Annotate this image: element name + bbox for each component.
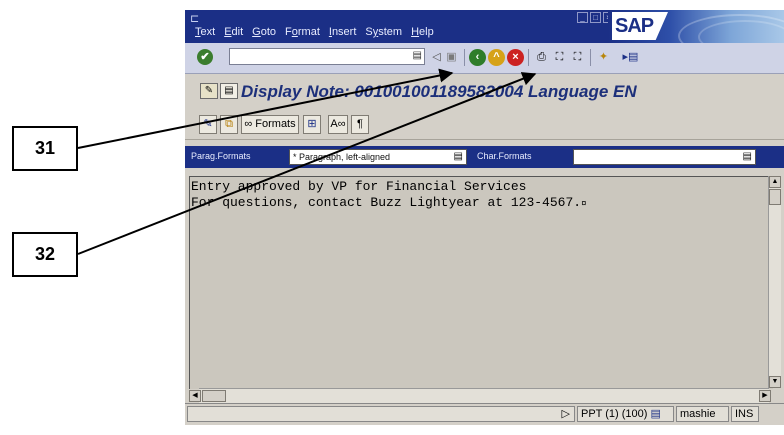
paragraph-icon: ¶: [357, 118, 363, 130]
sap-logo-mark: SAP: [612, 12, 668, 40]
cancel-icon[interactable]: ×: [507, 49, 524, 66]
sap-logo-text: SAP: [615, 15, 654, 37]
toolbar-separator: [464, 49, 465, 66]
menu-system[interactable]: System: [365, 26, 402, 38]
minimize-icon[interactable]: _: [577, 12, 588, 23]
print-icon[interactable]: ⎙: [533, 49, 550, 66]
enter-check-icon[interactable]: ✔: [197, 49, 213, 65]
menu-list: Text Edit Goto Format Insert System Help: [195, 26, 443, 38]
standard-toolbar: ✔ ▤ ◁ ▣ ‹ ^ × ⎙ ⛶ ⛶ ✦ ▸▤: [185, 43, 784, 74]
exit-icon[interactable]: ^: [488, 49, 505, 66]
scroll-down-icon[interactable]: ▼: [769, 376, 781, 388]
format-bar: Parag.Formats * Paragraph, left-aligned …: [185, 146, 784, 168]
menu-text[interactable]: Text: [195, 26, 215, 38]
system-info-value: PPT (1) (100): [581, 408, 648, 420]
scroll-left-icon[interactable]: ◀: [189, 390, 201, 402]
save-icon[interactable]: ▣: [443, 49, 460, 66]
parag-formats-label: Parag.Formats: [191, 151, 251, 161]
status-expand-icon[interactable]: ▷: [562, 407, 570, 421]
find-next-icon[interactable]: ⛶: [569, 49, 586, 66]
char-formats-label: Char.Formats: [477, 151, 532, 161]
application-toolbar: ✎ ⧉ ∞ Formats ⊞ A∞ ¶: [185, 109, 784, 140]
scroll-up-icon[interactable]: ▲: [769, 176, 781, 188]
status-bar: ▷ PPT (1) (100) ▤ mashie INS: [185, 403, 784, 425]
create-session-icon[interactable]: ✦: [595, 49, 612, 66]
end-of-text-marker: ¤: [581, 199, 587, 209]
user-value: mashie: [680, 408, 716, 420]
status-message: ▷: [187, 406, 575, 422]
formats-button-label: Formats: [255, 118, 296, 130]
menu-insert[interactable]: Insert: [329, 26, 357, 38]
char-formats-select[interactable]: ▤: [573, 149, 756, 165]
parag-formats-select[interactable]: * Paragraph, left-aligned ▤: [289, 149, 467, 165]
other-object-icon[interactable]: ▤: [220, 83, 238, 99]
copy-icon[interactable]: ⧉: [220, 115, 238, 134]
callout-box: 32: [12, 232, 78, 277]
text-glasses-icon[interactable]: A∞: [328, 115, 348, 134]
dropdown-icon[interactable]: ▤: [454, 150, 463, 164]
menu-goto[interactable]: Goto: [252, 26, 276, 38]
insert-mode-field[interactable]: INS: [731, 406, 759, 422]
sap-logo: SAP: [608, 10, 784, 58]
menu-help[interactable]: Help: [411, 26, 434, 38]
user-field: mashie: [676, 406, 729, 422]
callout-box: 31: [12, 126, 78, 171]
system-info[interactable]: PPT (1) (100) ▤: [577, 406, 674, 422]
sap-window: ⊏ Text Edit Goto Format Insert System He…: [185, 10, 784, 407]
editor-line: For questions, contact Buzz Lightyear at…: [191, 195, 582, 210]
text-editor[interactable]: Entry approved by VP for Financial Servi…: [189, 176, 773, 389]
callout-label: 32: [34, 244, 56, 264]
parag-formats-value: * Paragraph, left-aligned: [293, 152, 391, 162]
callout-label: 31: [34, 138, 56, 158]
dropdown-icon[interactable]: ▤: [743, 150, 752, 164]
system-info-icon[interactable]: ▤: [651, 408, 661, 420]
system-menu-icon[interactable]: ⊏: [190, 12, 199, 25]
insert-mode-value: INS: [735, 408, 754, 420]
scroll-thumb[interactable]: [769, 189, 781, 205]
edit-icon[interactable]: ✎: [199, 115, 217, 134]
formats-button[interactable]: ∞ Formats: [241, 115, 299, 134]
scroll-thumb[interactable]: [202, 390, 226, 402]
maximize-icon[interactable]: □: [590, 12, 601, 23]
menu-format[interactable]: Format: [285, 26, 320, 38]
title-bar: ✎ ▤ Display Note: 00100100118958200​4 La…: [185, 74, 784, 109]
dropdown-icon[interactable]: ▤: [413, 50, 422, 61]
command-field[interactable]: ▤: [229, 48, 425, 65]
page-title: Display Note: 00100100118958200​4 Langua…: [241, 82, 637, 101]
structure-icon[interactable]: ⊞: [303, 115, 321, 134]
glasses-icon: ∞: [244, 118, 253, 130]
paragraph-mark-button[interactable]: ¶: [351, 115, 369, 134]
toolbar-separator: [590, 49, 591, 66]
toolbar-separator: [528, 49, 529, 66]
editor-line: Entry approved by VP for Financial Servi…: [191, 179, 527, 194]
shortcut-icon[interactable]: ▸▤: [622, 49, 639, 66]
scroll-right-icon[interactable]: ▶: [759, 390, 771, 402]
horizontal-scrollbar[interactable]: ◀ ▶: [189, 388, 771, 403]
vertical-scrollbar[interactable]: ▲ ▼: [768, 176, 781, 388]
find-icon[interactable]: ⛶: [551, 49, 568, 66]
display-change-icon[interactable]: ✎: [200, 83, 218, 99]
editor-text[interactable]: Entry approved by VP for Financial Servi…: [191, 179, 586, 212]
menu-bar: ⊏ Text Edit Goto Format Insert System He…: [185, 10, 784, 58]
back-icon[interactable]: ‹: [469, 49, 486, 66]
menu-edit[interactable]: Edit: [224, 26, 243, 38]
